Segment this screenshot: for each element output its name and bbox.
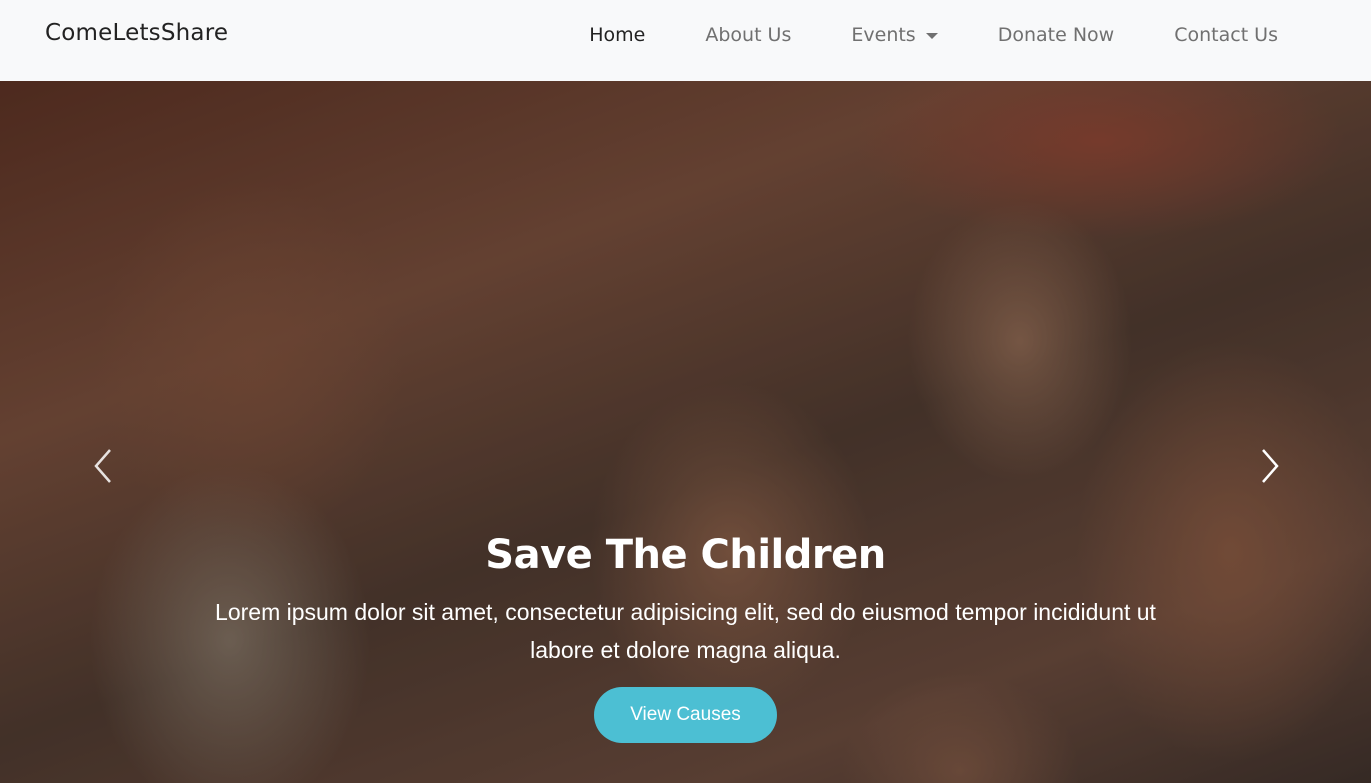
carousel-prev-button[interactable] xyxy=(88,446,118,486)
nav-item-events-label: Events xyxy=(851,24,916,46)
carousel-next-button[interactable] xyxy=(1255,446,1285,486)
caret-down-icon xyxy=(925,33,938,39)
chevron-right-icon xyxy=(1262,449,1279,483)
hero-text: Lorem ipsum dolor sit amet, consectetur … xyxy=(215,599,1156,663)
hero-carousel: Save The Children Lorem ipsum dolor sit … xyxy=(0,81,1371,783)
nav-item-home[interactable]: Home xyxy=(589,24,645,46)
brand-logo[interactable]: ComeLetsShare xyxy=(45,20,228,46)
hero-caption: Save The Children Lorem ipsum dolor sit … xyxy=(0,531,1371,743)
chevron-left-icon xyxy=(94,449,111,483)
hero-title: Save The Children xyxy=(485,532,886,578)
nav-item-contact-us[interactable]: Contact Us xyxy=(1174,24,1278,46)
nav-item-about-us[interactable]: About Us xyxy=(705,24,791,46)
top-navbar: ComeLetsShare Home About Us Events Donat… xyxy=(0,0,1371,81)
nav-item-donate-now[interactable]: Donate Now xyxy=(998,24,1115,46)
nav-links: Home About Us Events Donate Now Contact … xyxy=(529,24,1278,46)
nav-item-events[interactable]: Events xyxy=(851,24,938,46)
view-causes-button[interactable]: View Causes xyxy=(594,687,777,743)
